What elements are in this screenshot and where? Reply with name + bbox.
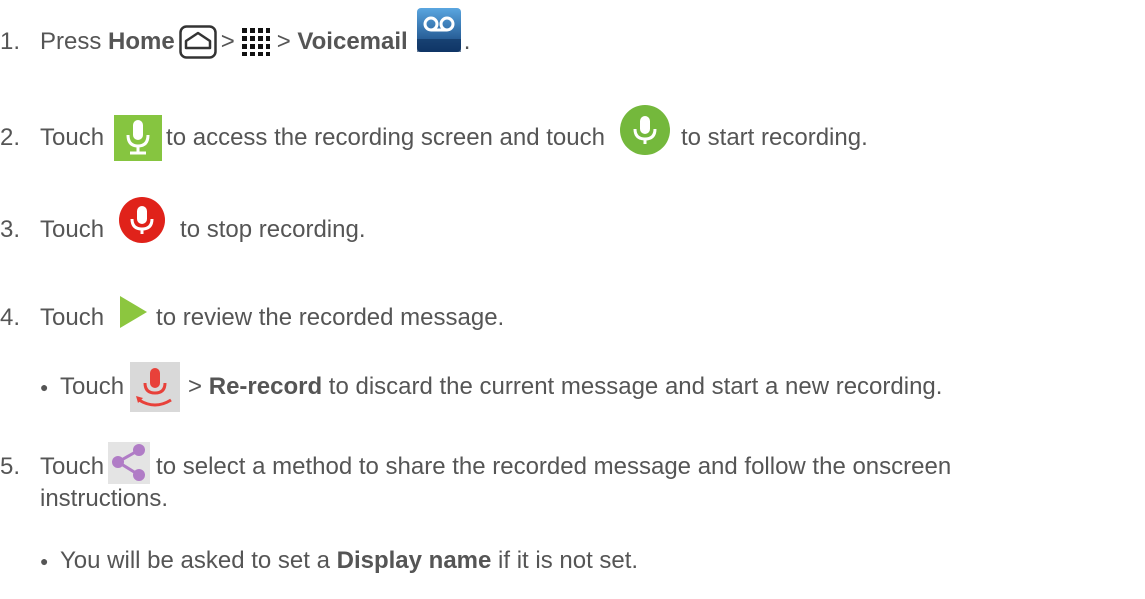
bullet-text-pre: You will be asked to set a [60,547,330,574]
voicemail-app-icon [416,7,462,53]
step-2: 2. Touch to access the recording screen … [0,105,868,162]
bullet-end: if it is not set. [498,547,639,574]
step-4-bullet: ● Touch > Re-record to discard the curre… [40,360,942,414]
bullet-dot: ● [40,553,49,569]
step-4: 4. Touch to review the recorded message. [0,295,505,338]
step-text-touch: Touch [40,304,105,331]
play-icon [118,295,148,329]
step-end: to stop recording. [180,216,366,243]
bullet-text-touch: Touch [60,373,125,400]
step-5-continued: instructions. [40,484,168,514]
step-number: 3. [0,216,21,243]
home-key-icon [178,25,217,59]
rerecord-label: Re-record [208,373,323,400]
voicemail-label: Voicemail [297,28,408,55]
rerecord-mic-icon [130,362,181,412]
step-end: to review the recorded message. [156,304,505,331]
step-end: . [463,28,471,55]
step-number: 1. [0,28,21,55]
step-5-bullet: ● You will be asked to set a Display nam… [40,544,638,578]
start-recording-mic-icon [619,104,671,156]
step-text-touch: Touch [40,124,105,151]
step-cont: instructions. [40,485,169,512]
step-text-mid: to access the recording screen and touch [166,124,605,151]
separator: > [220,28,235,55]
record-screen-mic-icon [114,115,163,161]
share-icon [108,442,151,484]
step-1: 1. Press Home > > Voicemail . [0,8,471,62]
step-end: to select a method to share the recorded… [156,453,952,480]
step-text-touch: Touch [40,453,105,480]
step-number: 4. [0,304,21,331]
stop-recording-mic-icon [118,196,166,244]
step-number: 2. [0,124,21,151]
separator: > [276,28,291,55]
bullet-dot: ● [40,379,49,395]
display-name-label: Display name [336,547,492,574]
home-label: Home [108,28,175,55]
step-5: 5. Touch to select a method to share the… [0,442,952,488]
bullet-end: to discard the current message and start… [328,373,943,400]
step-text-press: Press [40,28,102,55]
step-3: 3. Touch to stop recording. [0,197,366,254]
step-number: 5. [0,453,21,480]
step-end: to start recording. [680,124,868,151]
apps-grid-icon [241,27,271,57]
separator: > [188,373,203,400]
step-text-touch: Touch [40,216,105,243]
